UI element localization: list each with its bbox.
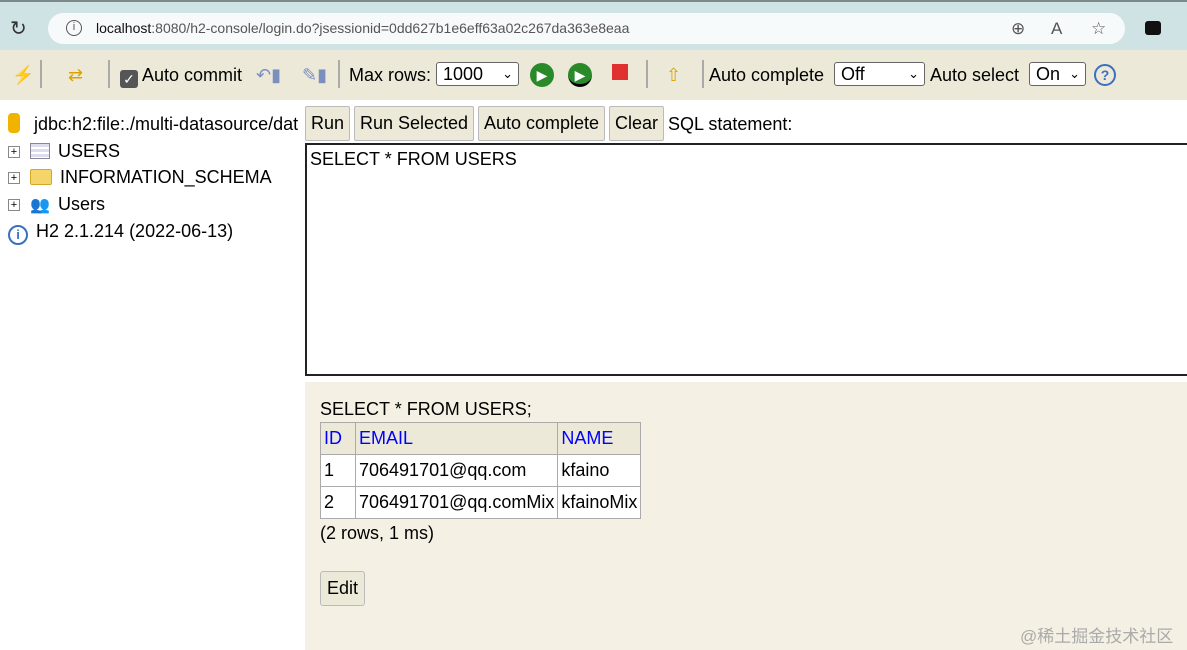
- expand-icon[interactable]: +: [8, 199, 20, 212]
- tree-item-users-table[interactable]: + USERS: [8, 139, 120, 163]
- version-info: i H2 2.1.214 (2022-06-13): [8, 219, 233, 245]
- reload-icon[interactable]: ↻: [10, 16, 27, 41]
- expand-icon[interactable]: +: [8, 146, 20, 159]
- divider: [646, 60, 648, 88]
- read-aloud-icon[interactable]: A: [1051, 13, 1062, 44]
- run-selected-button[interactable]: Run Selected: [354, 106, 475, 141]
- divider: [702, 60, 704, 88]
- cell-email: 706491701@qq.comMix: [354, 486, 559, 519]
- cell-name: kfainoMix: [557, 486, 642, 519]
- disconnect-icon[interactable]: ⚡: [12, 62, 34, 88]
- cell-name: kfaino: [557, 454, 642, 487]
- column-header-name[interactable]: NAME: [557, 422, 642, 455]
- connection-node[interactable]: jdbc:h2:file:./multi-datasource/dat: [8, 112, 298, 136]
- sql-statement-label: SQL statement:: [668, 114, 793, 134]
- max-rows-select[interactable]: 1000 ⌄: [436, 62, 519, 86]
- tree-item-information-schema[interactable]: + INFORMATION_SCHEMA: [8, 165, 272, 189]
- edit-button[interactable]: Edit: [320, 571, 366, 606]
- extension-icon[interactable]: [1145, 21, 1161, 35]
- auto-commit-checkbox[interactable]: ✓ Auto commit: [120, 62, 242, 88]
- info-icon[interactable]: i: [66, 20, 82, 36]
- watermark: @稀土掘金技术社区: [1020, 627, 1174, 646]
- url-path: :8080/h2-console/login.do?jsessionid=0dd…: [151, 20, 630, 36]
- divider: [338, 60, 340, 88]
- commit-icon[interactable]: ✎▮: [302, 62, 327, 88]
- clear-button[interactable]: Clear: [609, 106, 665, 141]
- tree-item-users-role[interactable]: + 👥 Users: [8, 192, 105, 216]
- zoom-icon[interactable]: ⊕: [1011, 13, 1025, 44]
- schema-tree: jdbc:h2:file:./multi-datasource/dat + USE…: [0, 100, 305, 650]
- divider: [108, 60, 110, 88]
- column-header-email[interactable]: EMAIL: [354, 422, 559, 455]
- run-icon[interactable]: ▶: [530, 63, 554, 87]
- results-panel: SELECT * FROM USERS; ID EMAIL NAME 1 706…: [305, 382, 1187, 650]
- favorite-star-icon[interactable]: ☆: [1091, 13, 1106, 44]
- table-header: ID EMAIL NAME: [320, 422, 642, 455]
- toolbar: ⚡ ⇄ ✓ Auto commit ↶▮ ✎▮ Max rows: 1000 ⌄ …: [0, 50, 1187, 100]
- refresh-icon[interactable]: ⇄: [68, 62, 83, 88]
- column-header-id[interactable]: ID: [320, 422, 356, 455]
- table-row: 1 706491701@qq.com kfaino: [320, 454, 642, 487]
- cell-id: 2: [320, 486, 356, 519]
- history-icon[interactable]: ⇧: [666, 62, 681, 88]
- info-icon: i: [8, 225, 28, 245]
- table-row: 2 706491701@qq.comMix kfainoMix: [320, 486, 642, 519]
- auto-complete-button[interactable]: Auto complete: [478, 106, 606, 141]
- database-icon: [8, 113, 20, 133]
- expand-icon[interactable]: +: [8, 172, 20, 185]
- table-icon: [30, 143, 50, 159]
- results-table: ID EMAIL NAME 1 706491701@qq.com kfaino …: [320, 422, 642, 519]
- stop-icon[interactable]: [612, 64, 628, 80]
- divider: [40, 60, 42, 88]
- run-button[interactable]: Run: [305, 106, 351, 141]
- address-bar[interactable]: i localhost:8080/h2-console/login.do?jse…: [48, 13, 1125, 44]
- url-host: localhost: [96, 20, 152, 36]
- auto-complete-select[interactable]: Off ⌄: [834, 62, 925, 86]
- help-icon[interactable]: ?: [1094, 64, 1116, 86]
- cell-email: 706491701@qq.com: [354, 454, 559, 487]
- auto-select-select[interactable]: On ⌄: [1029, 62, 1086, 86]
- users-icon: 👥: [30, 197, 50, 214]
- sql-editor[interactable]: SELECT * FROM USERS: [305, 143, 1187, 376]
- folder-icon: [30, 169, 52, 185]
- auto-commit-label: Auto commit: [142, 65, 243, 85]
- rollback-icon[interactable]: ↶▮: [256, 62, 281, 88]
- executed-query: SELECT * FROM USERS;: [320, 399, 532, 419]
- auto-complete-label: Auto complete: [709, 65, 825, 85]
- auto-select-label: Auto select: [930, 65, 1020, 85]
- max-rows-label: Max rows:: [349, 65, 432, 85]
- cell-id: 1: [320, 454, 356, 487]
- run-selected-icon[interactable]: ▶: [568, 63, 592, 87]
- result-summary: (2 rows, 1 ms): [320, 523, 435, 543]
- browser-bar: ↻ i localhost:8080/h2-console/login.do?j…: [0, 0, 1187, 50]
